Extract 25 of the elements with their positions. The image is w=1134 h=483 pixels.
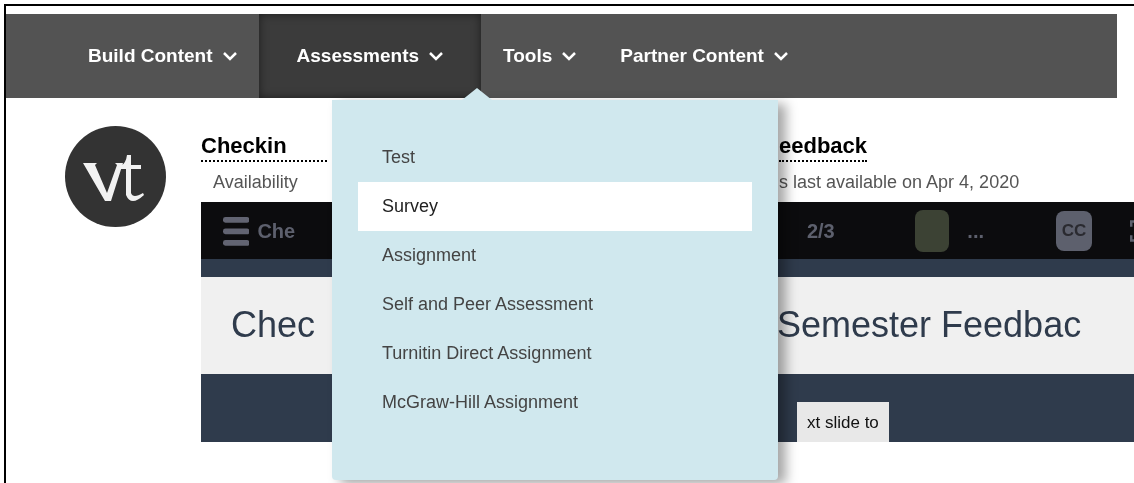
nav-tab[interactable]: Tools xyxy=(481,14,599,98)
availability-text: s last available on Apr 4, 2020 xyxy=(779,170,1020,194)
chevron-down-icon xyxy=(773,51,788,61)
dropdown-item[interactable]: McGraw-Hill Assignment xyxy=(358,378,752,427)
nav-tab[interactable]: Build Content xyxy=(66,14,259,98)
dropdown-item[interactable]: Test xyxy=(358,133,752,182)
dropdown-item[interactable]: Turnitin Direct Assignment xyxy=(358,329,752,378)
nav-tab[interactable]: Partner Content xyxy=(598,14,810,98)
chevron-down-icon xyxy=(562,51,577,61)
slide-counter: 2/3 xyxy=(806,218,835,244)
dropdown-item[interactable]: Assignment xyxy=(358,231,752,280)
dropdown-item[interactable]: Survey xyxy=(358,182,752,231)
slide-title: Semester Feedbac xyxy=(777,303,1082,348)
chevron-down-icon xyxy=(429,51,444,61)
avatar-icon xyxy=(914,209,950,252)
presenter-name: ... xyxy=(967,218,984,244)
slide-note: xt slide to xyxy=(797,402,889,442)
availability-text: Availability xyxy=(213,170,299,194)
dropdown-item[interactable]: Self and Peer Assessment xyxy=(358,280,752,329)
nav-tab[interactable]: Assessments xyxy=(258,14,482,98)
player-title: Che xyxy=(257,218,297,244)
content-title-link[interactable]: Checkin xyxy=(201,132,327,162)
slide-title: Chec xyxy=(231,303,317,348)
fullscreen-icon[interactable] xyxy=(1130,217,1134,244)
chevron-down-icon xyxy=(222,51,237,61)
